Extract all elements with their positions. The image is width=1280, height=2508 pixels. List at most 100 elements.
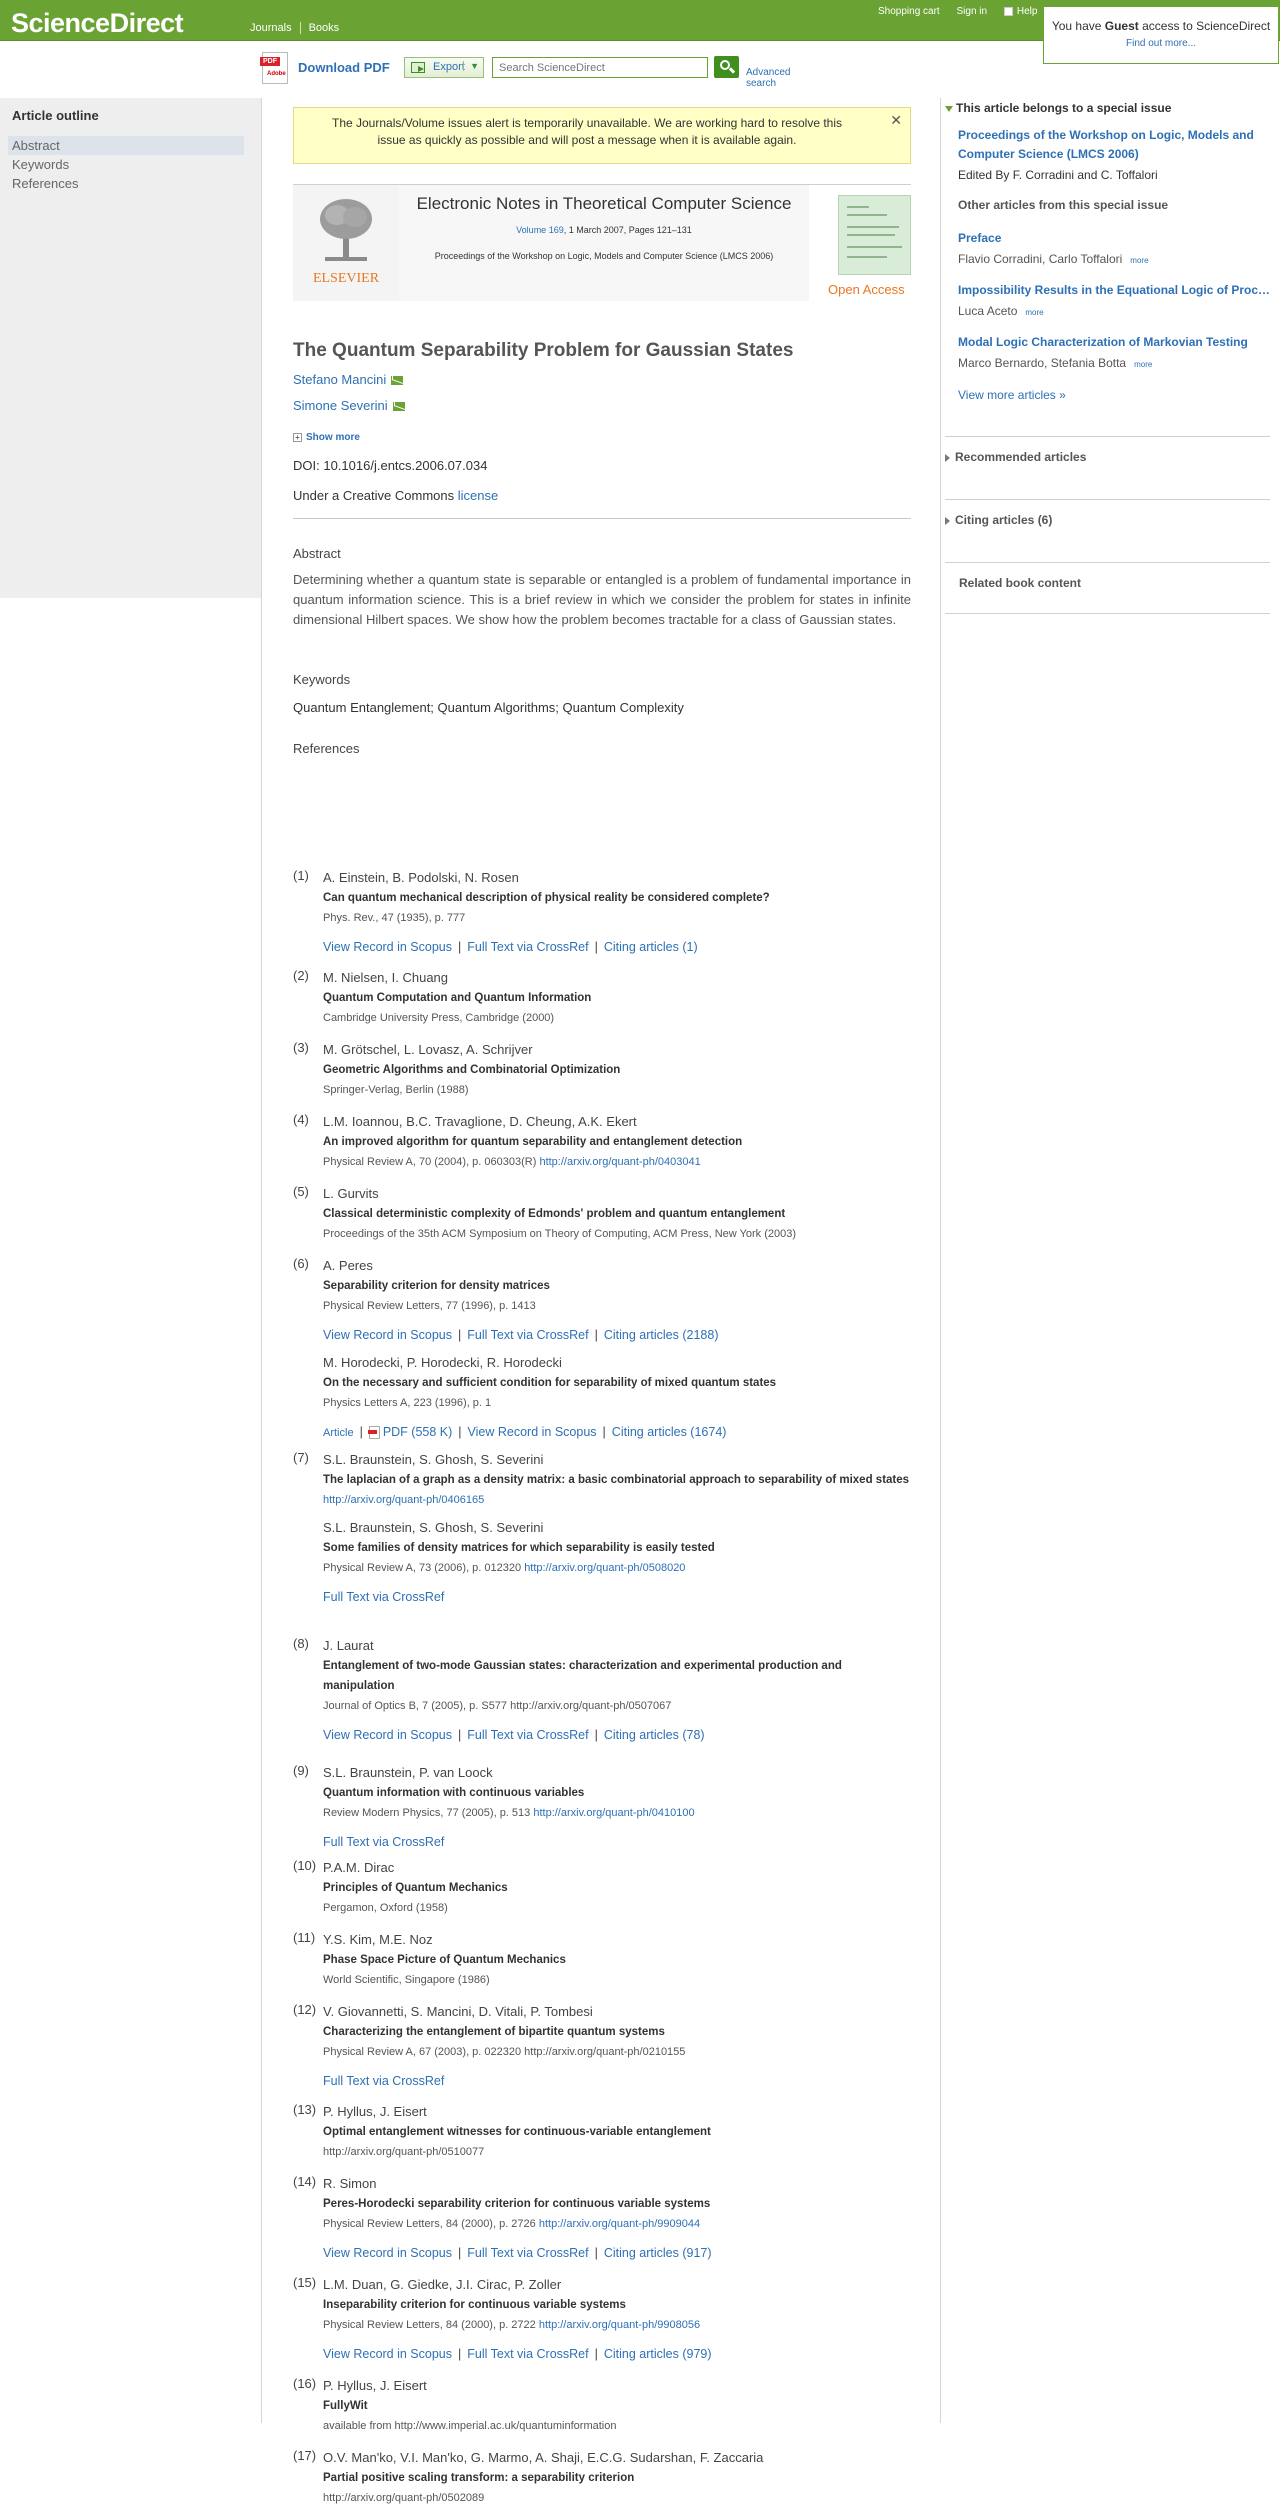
- mail-icon[interactable]: [392, 402, 405, 412]
- reference-title: The laplacian of a graph as a density ma…: [323, 1474, 910, 1486]
- reference-link[interactable]: View Record in Scopus: [323, 2347, 452, 2361]
- help-icon: [1003, 6, 1013, 16]
- reference-number: (9): [293, 1763, 309, 1778]
- reference-authors: P. Hyllus, J. Eisert: [323, 2104, 427, 2119]
- right-sidebar: This article belongs to a special issue …: [945, 98, 1280, 2423]
- reference-number: (14): [293, 2174, 317, 2189]
- arxiv-link[interactable]: http://arxiv.org/quant-ph/0406165: [323, 1494, 484, 1506]
- brand-logo[interactable]: ScienceDirect: [11, 8, 184, 39]
- journal-title[interactable]: Electronic Notes in Theoretical Computer…: [399, 194, 809, 214]
- other-article-authors-text: Marco Bernardo, Stefania Botta: [958, 356, 1127, 370]
- arxiv-link[interactable]: http://arxiv.org/quant-ph/9909044: [539, 2218, 700, 2230]
- arxiv-link[interactable]: http://arxiv.org/quant-ph/0410100: [533, 1807, 694, 1819]
- pdf-icon[interactable]: PDF Adobe: [260, 52, 288, 84]
- reference-number: (13): [293, 2102, 317, 2117]
- arxiv-link[interactable]: http://arxiv.org/quant-ph/9908056: [539, 2319, 700, 2331]
- reference-link[interactable]: Citing articles (78): [604, 1728, 705, 1742]
- close-icon[interactable]: ✕: [890, 112, 902, 129]
- reference-source-text: Pergamon, Oxford (1958): [323, 1902, 448, 1914]
- separator: |: [602, 1425, 606, 1439]
- nav-books[interactable]: Books: [299, 22, 348, 34]
- sign-in-link[interactable]: Sign in: [957, 6, 988, 17]
- doi-value: 10.1016/j.entcs.2006.07.034: [323, 458, 488, 473]
- reference-title: Quantum information with continuous vari…: [323, 1787, 585, 1799]
- license-link[interactable]: license: [458, 488, 498, 503]
- guest-suffix: access to ScienceDirect: [1142, 19, 1271, 33]
- show-more-toggle[interactable]: + Show more: [293, 432, 360, 443]
- special-issue-heading[interactable]: This article belongs to a special issue: [945, 101, 1280, 115]
- author-link[interactable]: Simone Severini: [293, 398, 405, 413]
- outline-item-keywords[interactable]: Keywords: [8, 155, 244, 174]
- triangle-down-icon: [945, 105, 953, 112]
- top-links: Shopping cart Sign in Help: [878, 6, 1051, 17]
- reference-links: Full Text via CrossRef: [323, 1832, 913, 1852]
- shopping-cart-link[interactable]: Shopping cart: [878, 6, 940, 17]
- find-out-more-link[interactable]: Find out more...: [1126, 38, 1196, 49]
- author-link[interactable]: Stefano Mancini: [293, 372, 404, 387]
- other-article-authors-text: Flavio Corradini, Carlo Toffalori: [958, 252, 1123, 266]
- other-article: Modal Logic Characterization of Markovia…: [958, 334, 1273, 373]
- mail-icon[interactable]: [391, 376, 404, 386]
- reference-link[interactable]: Citing articles (1): [604, 940, 698, 954]
- volume-link[interactable]: Volume 169: [516, 225, 564, 235]
- arxiv-link[interactable]: http://arxiv.org/quant-ph/0403041: [539, 1156, 700, 1168]
- reference-link[interactable]: Full Text via CrossRef: [323, 1835, 444, 1849]
- other-article-title[interactable]: Modal Logic Characterization of Markovia…: [958, 334, 1273, 350]
- reference-link[interactable]: Full Text via CrossRef: [323, 2074, 444, 2088]
- special-issue-link[interactable]: Proceedings of the Workshop on Logic, Mo…: [958, 126, 1268, 164]
- reference-link[interactable]: Full Text via CrossRef: [467, 940, 588, 954]
- search-input[interactable]: [492, 57, 708, 78]
- reference-authors: S.L. Braunstein, P. van Loock: [323, 1765, 493, 1780]
- citing-articles-section[interactable]: Citing articles (6): [945, 499, 1270, 527]
- guest-prefix: You have: [1051, 19, 1102, 33]
- other-article-title[interactable]: Preface: [958, 230, 1273, 246]
- nav-journals[interactable]: Journals: [242, 22, 300, 34]
- export-button[interactable]: Export ▼: [404, 57, 484, 78]
- reference-title: Optimal entanglement witnesses for conti…: [323, 2126, 711, 2138]
- reference-number: (17): [293, 2448, 317, 2463]
- other-article-title[interactable]: Impossibility Results in the Equational …: [958, 282, 1273, 298]
- reference-link[interactable]: Full Text via CrossRef: [467, 2347, 588, 2361]
- reference-link[interactable]: View Record in Scopus: [468, 1425, 597, 1439]
- reference-link[interactable]: View Record in Scopus: [323, 2246, 452, 2260]
- reference-link[interactable]: View Record in Scopus: [323, 1728, 452, 1742]
- reference-link[interactable]: Full Text via CrossRef: [467, 1328, 588, 1342]
- reference-link[interactable]: Citing articles (917): [604, 2246, 712, 2260]
- outline-item-references[interactable]: References: [8, 174, 244, 193]
- related-book-content-section[interactable]: Related book content: [945, 562, 1270, 590]
- search-button[interactable]: [714, 56, 739, 78]
- elsevier-logo[interactable]: ELSEVIER: [293, 185, 399, 301]
- recommended-articles-section[interactable]: Recommended articles: [945, 436, 1270, 464]
- outline-item-abstract[interactable]: Abstract: [8, 136, 244, 155]
- arxiv-link[interactable]: http://arxiv.org/quant-ph/0508020: [524, 1562, 685, 1574]
- reference-source-text: http://arxiv.org/quant-ph/0502089: [323, 2492, 485, 2504]
- author-name[interactable]: Simone Severini: [293, 398, 388, 413]
- more-link[interactable]: more: [1134, 360, 1152, 369]
- reference-title: An improved algorithm for quantum separa…: [323, 1136, 743, 1148]
- author-name[interactable]: Stefano Mancini: [293, 372, 386, 387]
- more-link[interactable]: more: [1130, 256, 1148, 265]
- reference-link[interactable]: Citing articles (1674): [612, 1425, 727, 1439]
- reference-source: World Scientific, Singapore (1986): [323, 1970, 913, 1990]
- reference-authors: A. Einstein, B. Podolski, N. Rosen: [323, 870, 519, 885]
- reference-title: Geometric Algorithms and Combinatorial O…: [323, 1064, 621, 1076]
- view-more-articles-link[interactable]: View more articles »: [958, 388, 1066, 402]
- recommended-label: Recommended articles: [955, 450, 1087, 464]
- separator: |: [458, 1728, 462, 1742]
- reference-link[interactable]: Citing articles (979): [604, 2347, 712, 2361]
- reference-source-text: Phys. Rev., 47 (1935), p. 777: [323, 912, 466, 924]
- journal-cover-image[interactable]: [838, 195, 911, 275]
- more-link[interactable]: more: [1025, 308, 1043, 317]
- advanced-search-link[interactable]: Advanced search: [746, 67, 818, 89]
- reference-link[interactable]: PDF (558 K): [383, 1425, 452, 1439]
- reference-link[interactable]: Full Text via CrossRef: [467, 2246, 588, 2260]
- download-pdf-link[interactable]: Download PDF: [298, 60, 390, 75]
- reference-body: R. Simon Peres-Horodecki separability cri…: [323, 2174, 913, 2263]
- reference-link[interactable]: Full Text via CrossRef: [323, 1590, 444, 1604]
- reference-link[interactable]: Article: [323, 1427, 354, 1439]
- reference-link[interactable]: Citing articles (2188): [604, 1328, 719, 1342]
- reference-link[interactable]: Full Text via CrossRef: [467, 1728, 588, 1742]
- reference-link[interactable]: View Record in Scopus: [323, 940, 452, 954]
- help-link[interactable]: Help: [1017, 6, 1038, 17]
- reference-link[interactable]: View Record in Scopus: [323, 1328, 452, 1342]
